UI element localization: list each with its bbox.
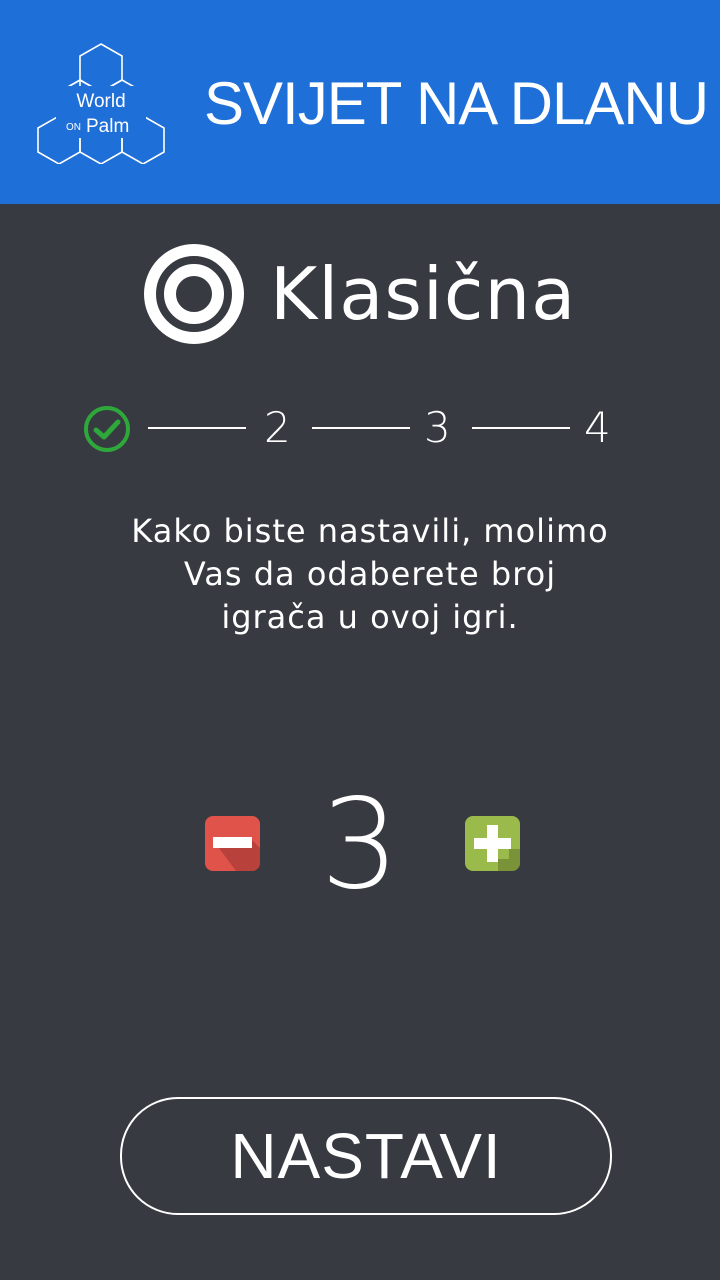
app-title: SVIJET NA DLANU (204, 70, 709, 137)
instruction-line: Kako biste nastavili, molimo (131, 512, 609, 550)
logo-hexagon-icon: World ON Palm (37, 43, 165, 164)
step-2: 2 (264, 403, 291, 452)
step-connector (148, 427, 246, 429)
step-3: 3 (424, 403, 451, 452)
plus-icon (465, 816, 520, 871)
step-4: 4 (584, 403, 611, 452)
increment-button[interactable] (465, 816, 520, 871)
player-count-stepper: 3 (0, 780, 720, 910)
minus-icon (205, 816, 260, 871)
decrement-button[interactable] (205, 816, 260, 871)
player-count-value: 3 (320, 773, 400, 917)
game-mode-title: Klasična (270, 252, 577, 336)
game-mode-heading: Klasična (144, 244, 576, 344)
app-header: World ON Palm SVIJET NA DLANU (0, 0, 720, 204)
step-connector (312, 427, 410, 429)
target-ring-icon (144, 244, 244, 344)
logo-text-top: World (76, 91, 125, 112)
logo-text-bottom: Palm (86, 116, 129, 137)
instruction-line: Vas da odaberete broj (183, 555, 557, 593)
next-button[interactable]: NASTAVI (120, 1097, 612, 1215)
logo-text-on: ON (66, 122, 81, 133)
step-progress: 2 3 4 (82, 402, 642, 454)
step-connector (472, 427, 570, 429)
check-circle-icon (82, 404, 132, 454)
world-on-palm-logo: World ON Palm (36, 40, 166, 164)
instruction-line: igrača u ovoj igri. (221, 598, 519, 636)
instruction-text: Kako biste nastavili, molimo Vas da odab… (90, 510, 650, 639)
